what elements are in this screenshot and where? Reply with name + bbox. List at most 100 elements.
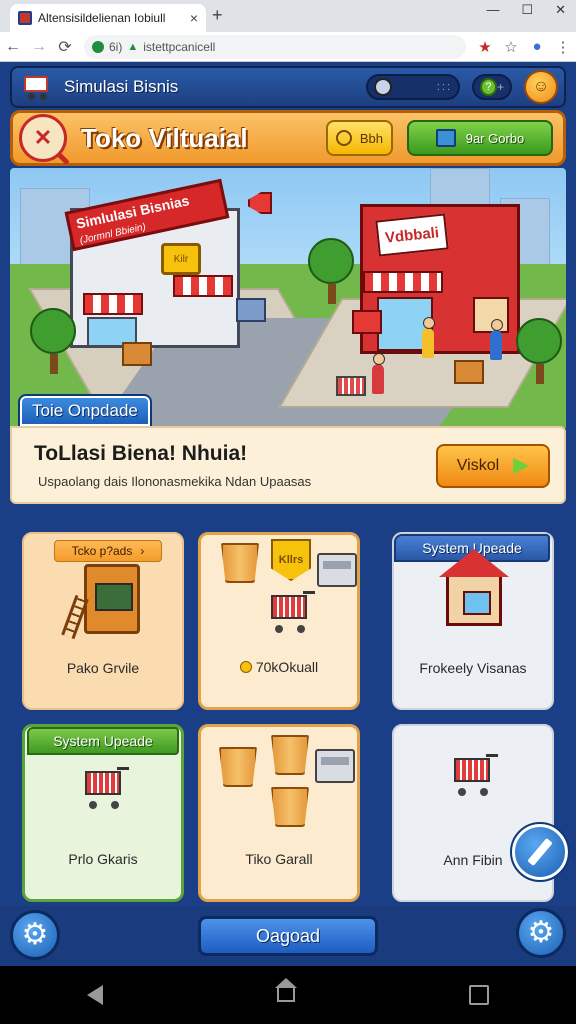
- shop-search-icon: ✕: [19, 114, 67, 162]
- new-tab-button[interactable]: +: [212, 5, 223, 26]
- item-card[interactable]: System Upeade Frokeely Visanas: [392, 532, 554, 710]
- tool-button-label: Bbh: [359, 130, 383, 146]
- browser-tab[interactable]: Altensisildelienan Iobiull ×: [10, 4, 206, 32]
- cart-icon: [267, 591, 315, 635]
- shopper-icon: [422, 317, 435, 358]
- promo-button-label: Viskol: [456, 457, 500, 474]
- awning: [173, 275, 233, 297]
- settings-gear-icon[interactable]: ⚙: [516, 908, 566, 958]
- machine-icon: [236, 298, 266, 322]
- green-box-button[interactable]: 9ar Gorbo: [407, 120, 553, 156]
- promo-button[interactable]: Viskol: [436, 444, 550, 488]
- card-ribbon: Tcko p?ads ›: [54, 540, 162, 562]
- tree-icon: [516, 318, 562, 384]
- cart-icon: [81, 767, 129, 811]
- minimize-button[interactable]: —: [486, 2, 499, 18]
- awning: [83, 293, 143, 315]
- tool-button[interactable]: Bbh: [325, 120, 393, 156]
- back-button[interactable]: ←: [0, 38, 26, 56]
- reload-button[interactable]: ⟳: [52, 37, 78, 57]
- url-field[interactable]: 6i) ▲ istettpcanicell: [84, 34, 466, 59]
- bottom-bar: ⚙ Oagoad ⚙: [0, 906, 576, 966]
- item-card[interactable]: System Upeade Prlo Gkaris: [22, 724, 184, 902]
- basket-icon: [221, 543, 259, 583]
- cart-icon: [450, 754, 498, 798]
- basket-icon: [219, 747, 257, 787]
- house-icon: [446, 574, 502, 626]
- game-title: Simulasi Bisnis: [64, 77, 179, 96]
- shop-bar: ✕ Toko Viltuaial Bbh 9ar Gorbo: [10, 110, 566, 166]
- card-label: Prlo Gkaris: [68, 851, 138, 867]
- item-card[interactable]: Tiko Garall: [198, 724, 360, 902]
- search-dots: :::: [436, 81, 452, 93]
- game-frame: Simulasi Bisnis ::: ? + ☺ ✕ Toko Viltuai…: [0, 62, 576, 966]
- avatar[interactable]: ☺: [524, 70, 558, 104]
- tree-icon: [30, 308, 76, 374]
- green-button-label: 9ar Gorbo: [465, 130, 525, 146]
- card-label: Tiko Garall: [245, 851, 313, 867]
- bookmark-star-icon[interactable]: ☆: [498, 38, 524, 56]
- play-arrow-icon: [513, 458, 530, 474]
- crest-badge: Kllrs: [271, 539, 311, 581]
- machine-icon: [315, 749, 355, 783]
- item-card[interactable]: Tcko p?ads › Pako Grvile: [22, 532, 184, 710]
- search-pill[interactable]: :::: [366, 74, 460, 100]
- basket-icon: [271, 735, 309, 775]
- address-bar: ← → ⟳ 6i) ▲ istettpcanicell ★ ☆ ● ⋮: [0, 32, 576, 62]
- crate-icon: [122, 342, 152, 366]
- nav-back-icon[interactable]: [87, 985, 103, 1005]
- menu-icon[interactable]: ⋮: [550, 38, 576, 56]
- store-right-sign: Vdbbali: [375, 213, 449, 257]
- tab-close-icon[interactable]: ×: [190, 10, 198, 26]
- pen-icon: [527, 837, 553, 867]
- site-favicon-icon: [18, 11, 32, 25]
- wrench-icon: [335, 130, 352, 146]
- edit-fab-button[interactable]: [510, 822, 570, 882]
- update-tab[interactable]: Toie Onpdade: [18, 394, 152, 428]
- box-icon: [435, 129, 456, 147]
- store-left[interactable]: Simlulasi Bisnias (Jormnl Bbiein) Kilr: [64, 178, 240, 348]
- settings-gear-icon[interactable]: ⚙: [10, 910, 60, 960]
- window-controls: — ☐ ✕: [486, 2, 566, 18]
- nav-recents-icon[interactable]: [469, 985, 489, 1005]
- secure-lock-icon: [92, 40, 104, 53]
- basket-icon: [271, 787, 309, 827]
- search-icon: [374, 78, 392, 96]
- awning: [363, 271, 443, 293]
- store-plate: Kilr: [161, 243, 201, 275]
- card-label: Frokeely Visanas: [419, 660, 527, 676]
- add-coin-icon[interactable]: +: [497, 80, 504, 94]
- coin-pill[interactable]: ? +: [472, 74, 512, 100]
- screen: Altensisildelienan Iobiull × + — ☐ ✕ ← →…: [0, 0, 576, 1024]
- crate-icon: [454, 360, 484, 384]
- coin-icon: ?: [480, 78, 497, 96]
- shopper-icon: [372, 353, 385, 394]
- register-icon: [352, 310, 382, 334]
- maximize-button[interactable]: ☐: [521, 2, 533, 18]
- url-prefix: 6i): [109, 39, 123, 54]
- kiosk-icon: [84, 564, 140, 634]
- megaphone-icon: [248, 192, 272, 214]
- tree-icon: [308, 238, 354, 304]
- promo-title: ToLlasi Biena! Nhuia!: [34, 442, 248, 465]
- forward-button[interactable]: →: [26, 38, 52, 56]
- item-card[interactable]: Kllrs 70kOkuall: [198, 532, 360, 710]
- promo-panel: ToLlasi Biena! Nhuia! Uspaolang dais Ilo…: [10, 426, 566, 504]
- extension-icon[interactable]: ●: [524, 38, 550, 55]
- tab-title: Altensisildelienan Iobiull: [38, 11, 166, 25]
- card-ribbon: System Upeade: [27, 727, 179, 755]
- trolley-icon: [336, 376, 366, 396]
- close-window-button[interactable]: ✕: [555, 2, 566, 18]
- nav-home-icon[interactable]: [275, 978, 297, 1002]
- star-icon[interactable]: ★: [472, 38, 498, 56]
- browser-tab-bar: Altensisildelienan Iobiull × + — ☐ ✕: [0, 0, 576, 32]
- card-label: Pako Grvile: [66, 660, 140, 676]
- promo-subtitle: Uspaolang dais Ilononasmekika Ndan Upaas…: [38, 474, 312, 489]
- shopper-icon: [490, 319, 503, 360]
- shop-title: Toko Viltuaial: [81, 122, 248, 153]
- cart-logo-icon: [20, 72, 54, 102]
- site-info-icon: ▲: [127, 40, 139, 53]
- city-scene: Simlulasi Bisnias (Jormnl Bbiein) Kilr V…: [10, 168, 566, 430]
- load-button[interactable]: Oagoad: [198, 916, 378, 956]
- machine-icon: [317, 553, 357, 587]
